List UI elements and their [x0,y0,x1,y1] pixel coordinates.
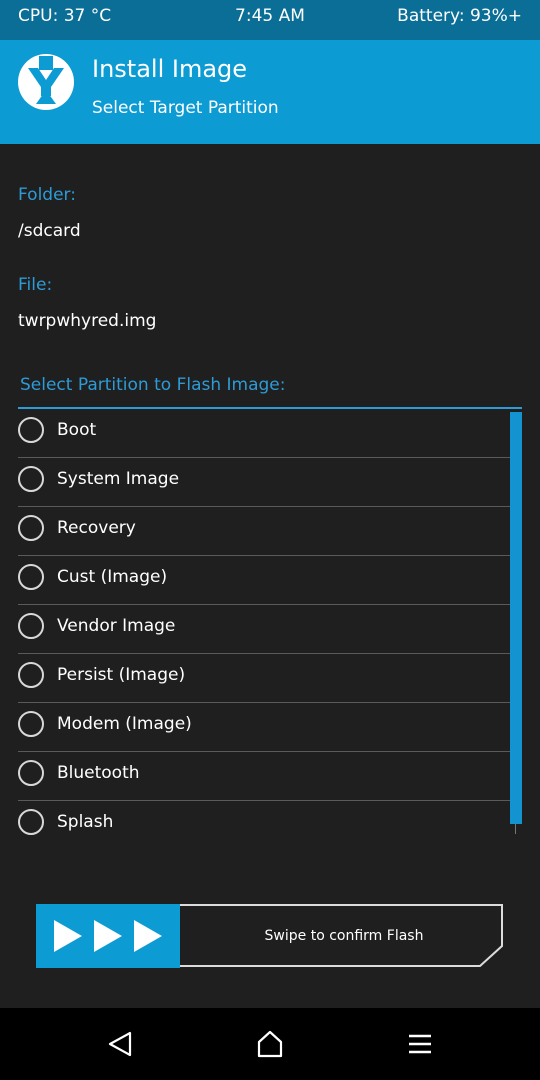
radio-button-icon[interactable] [18,760,44,786]
partition-label: System Image [57,469,180,489]
scrollbar-track-end [515,824,516,834]
file-label: File: [18,275,53,295]
partition-label: Modem (Image) [57,714,192,734]
file-value: twrpwhyred.img [18,311,157,331]
radio-button-icon[interactable] [18,515,44,541]
radio-button-icon[interactable] [18,466,44,492]
partition-label: Recovery [57,518,136,538]
partition-item-system-image[interactable]: System Image [18,458,510,507]
partition-label: Splash [57,812,114,832]
partition-label: Vendor Image [57,616,176,636]
status-bar: CPU: 37 °C 7:45 AM Battery: 93%+ [0,0,540,40]
swipe-label: Swipe to confirm Flash [264,928,424,944]
partition-item-vendor-image[interactable]: Vendor Image [18,605,510,654]
partition-item-boot[interactable]: Boot [18,409,510,458]
folder-value: /sdcard [18,221,81,241]
back-icon[interactable] [102,1026,138,1062]
partition-item-modem[interactable]: Modem (Image) [18,703,510,752]
page-title: Install Image [92,55,248,83]
swipe-to-confirm-slider[interactable]: Swipe to confirm Flash [36,904,503,968]
partition-list: Boot System Image Recovery Cust (Image) … [18,409,510,849]
radio-button-icon[interactable] [18,613,44,639]
partition-item-recovery[interactable]: Recovery [18,507,510,556]
battery-status: Battery: 93%+ [397,6,522,26]
twrp-logo-icon [18,54,74,110]
partition-label: Cust (Image) [57,567,168,587]
radio-button-icon[interactable] [18,662,44,688]
partition-label: Boot [57,420,97,440]
home-icon[interactable] [252,1026,288,1062]
partition-item-bluetooth[interactable]: Bluetooth [18,752,510,801]
page-subtitle: Select Target Partition [92,98,279,118]
partition-label: Bluetooth [57,763,140,783]
swipe-handle[interactable] [36,904,180,968]
partition-item-persist[interactable]: Persist (Image) [18,654,510,703]
navigation-bar [0,1008,540,1080]
menu-icon[interactable] [402,1026,438,1062]
radio-button-icon[interactable] [18,711,44,737]
partition-list-heading: Select Partition to Flash Image: [20,375,286,395]
partition-list-scrollbar[interactable] [510,412,522,824]
radio-button-icon[interactable] [18,417,44,443]
page-header: Install Image Select Target Partition [0,40,540,144]
partition-item-splash[interactable]: Splash [18,801,510,849]
radio-button-icon[interactable] [18,809,44,835]
radio-button-icon[interactable] [18,564,44,590]
partition-label: Persist (Image) [57,665,186,685]
partition-item-cust[interactable]: Cust (Image) [18,556,510,605]
folder-label: Folder: [18,185,76,205]
